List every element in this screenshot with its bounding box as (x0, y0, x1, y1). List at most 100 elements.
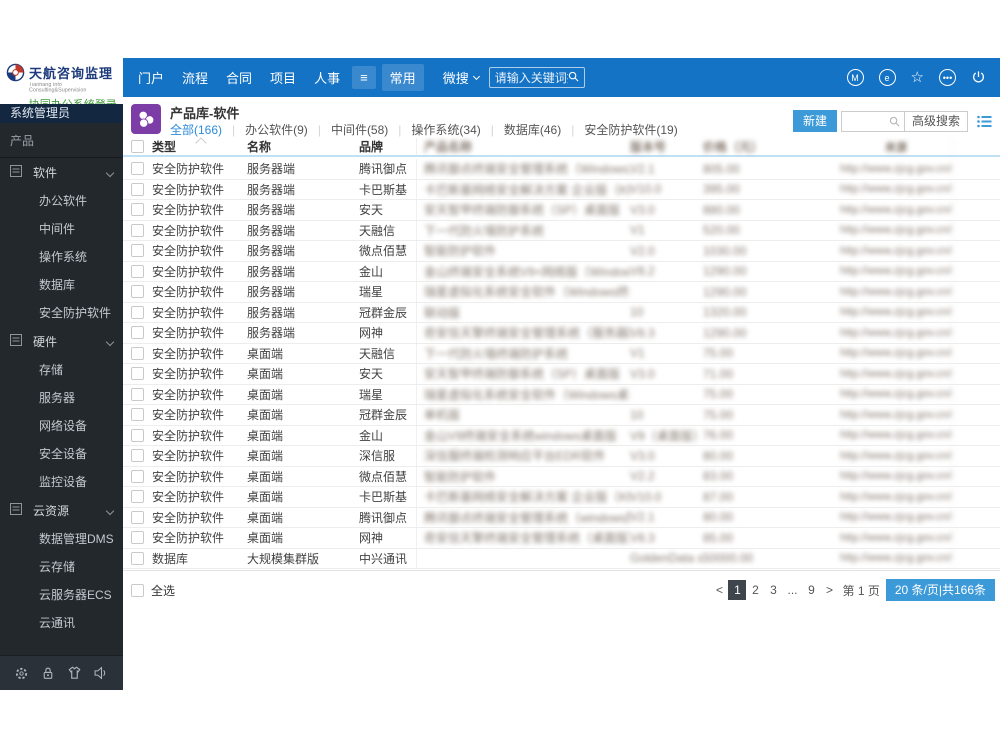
row-checkbox[interactable] (131, 182, 144, 196)
nav-pinned-tab[interactable]: 常用 (381, 64, 424, 91)
cell-source-link-blurred[interactable]: http://www.zjcg.gov.cn/djg/ (840, 466, 953, 486)
list-view-icon[interactable] (977, 115, 992, 128)
row-checkbox[interactable] (131, 285, 144, 299)
email-icon[interactable]: e (878, 69, 896, 86)
settings-gear-icon[interactable] (14, 666, 29, 681)
sidebar-section-product[interactable]: 产品 (0, 123, 123, 158)
nav-item-3[interactable]: 合同 (217, 68, 261, 87)
sidebar-item-安全防护软件[interactable]: 安全防护软件 (0, 299, 123, 327)
sidebar-group-3[interactable]: 云资源 (0, 496, 123, 525)
col-header-desc[interactable]: 产品名称 (417, 138, 630, 155)
nav-item-5[interactable]: 人事 (305, 68, 349, 87)
row-checkbox[interactable] (131, 490, 144, 504)
sidebar-item-中间件[interactable]: 中间件 (0, 215, 123, 243)
sidebar-group-2[interactable]: 硬件 (0, 327, 123, 356)
table-row[interactable]: 安全防护软件 服务器端 微点佰慧 智能防护软件 V2.0 1030.00 http://ww… (123, 241, 1000, 262)
cell-source-link-blurred[interactable]: http://www.zjcg.gov.cn/djg/ (840, 343, 953, 363)
cell-source-link-blurred[interactable]: http://www.zjcg.gov.cn/djg/ (840, 384, 953, 404)
page-button-9[interactable]: 9 (803, 580, 821, 600)
sidebar-item-数据管理DMS[interactable]: 数据管理DMS (0, 525, 123, 553)
sidebar-item-办公软件[interactable]: 办公软件 (0, 187, 123, 215)
page-size-button[interactable]: 20 条/页|共166条 (885, 579, 995, 601)
row-checkbox[interactable] (131, 162, 144, 176)
table-row[interactable]: 安全防护软件 服务器端 腾讯御点 腾讯御点终端安全管理系统（Windows版） V2.1… (123, 159, 1000, 180)
row-checkbox[interactable] (131, 326, 144, 340)
wsearch-dropdown[interactable]: 微搜 (443, 68, 480, 87)
row-checkbox[interactable] (131, 551, 144, 565)
table-row[interactable]: 安全防护软件 桌面端 微点佰慧 智能防护软件 V2.2 83.00 http://www.z… (123, 466, 1000, 487)
sidebar-item-网络设备[interactable]: 网络设备 (0, 412, 123, 440)
table-row[interactable]: 安全防护软件 桌面端 卡巴斯基卡巴斯基网络安全解决方案 企业版（KES）…V10.0… (123, 487, 1000, 508)
sidebar-item-云通讯[interactable]: 云通讯 (0, 609, 123, 637)
table-row[interactable]: 安全防护软件 桌面端 腾讯御点腾讯御点终端安全管理系统（windows版）V2.1V… (123, 507, 1000, 528)
nav-item-1[interactable]: 门户 (129, 68, 173, 87)
nav-item-4[interactable]: 项目 (261, 68, 305, 87)
table-row[interactable]: 安全防护软件 桌面端 天融信 下一代防火墙终端防护系统 V1 75.00 http://ww… (123, 343, 1000, 364)
row-checkbox[interactable] (131, 449, 144, 463)
sidebar-item-服务器[interactable]: 服务器 (0, 384, 123, 412)
speaker-volume-icon[interactable] (94, 666, 109, 680)
page-button-2[interactable]: 2 (746, 580, 764, 600)
global-search-input[interactable]: 请输入关键词搜 (488, 67, 585, 88)
cell-source-link-blurred[interactable]: http://www.zjcg.gov.cn/djg/ (840, 425, 953, 445)
table-row[interactable]: 安全防护软件 桌面端 冠群金辰 单机版 10 75.00 http://www.zjcg.g… (123, 405, 1000, 426)
row-checkbox[interactable] (131, 531, 144, 545)
cell-source-link-blurred[interactable]: http://www.zjcg.gov.cn/djg/ (840, 179, 953, 199)
page-button-3[interactable]: 3 (764, 580, 782, 600)
next-page-button[interactable]: > (821, 580, 839, 600)
prev-page-button[interactable]: < (710, 580, 728, 600)
row-checkbox[interactable] (131, 428, 144, 442)
select-all-checkbox[interactable] (131, 584, 144, 597)
cell-source-link-blurred[interactable]: http://www.zjcg.gov.cn/djg/ (840, 364, 953, 384)
tab-5[interactable]: 数据库(46) (494, 121, 571, 138)
cell-source-link-blurred[interactable]: http://www.zjcg.gov.cn/djg/ (840, 528, 953, 548)
table-row[interactable]: 安全防护软件 服务器端 瑞星 瑞星虚拟化系统安全软件（Windows终端） 1290.0… (123, 282, 1000, 303)
table-row[interactable]: 安全防护软件 服务器端 金山金山终端安全系统V9+网络版（Windows终端）V8.… (123, 261, 1000, 282)
col-header-source[interactable]: 来源 (840, 138, 953, 155)
cell-source-link-blurred[interactable]: http://www.zjcg.gov.cn/djg/ (840, 548, 953, 568)
lock-icon[interactable] (41, 666, 55, 681)
sidebar-item-监控设备[interactable]: 监控设备 (0, 468, 123, 496)
sidebar-group-1[interactable]: 软件 (0, 158, 123, 187)
table-row[interactable]: 安全防护软件 桌面端 瑞星 瑞星虚拟化系统安全软件（Windows桌面） 75.00 ht… (123, 384, 1000, 405)
table-row[interactable]: 安全防护软件 服务器端 网神 奇安信天擎终端安全管理系统（服务器版） V8.3 1290.… (123, 323, 1000, 344)
sidebar-item-安全设备[interactable]: 安全设备 (0, 440, 123, 468)
cell-source-link-blurred[interactable]: http://www.zjcg.gov.cn/djg/ (840, 261, 953, 281)
row-checkbox[interactable] (131, 469, 144, 483)
row-checkbox[interactable] (131, 346, 144, 360)
cell-source-link-blurred[interactable]: http://www.zjcg.gov.cn/djg/ (840, 446, 953, 466)
messages-icon[interactable]: M (846, 69, 864, 86)
col-header-name[interactable]: 名称 (247, 138, 359, 155)
row-checkbox[interactable] (131, 387, 144, 401)
sidebar-item-存储[interactable]: 存储 (0, 356, 123, 384)
table-row[interactable]: 安全防护软件 服务器端 卡巴斯基卡巴斯基网络安全解决方案 企业版（KES）…V10.… (123, 179, 1000, 200)
cell-source-link-blurred[interactable]: http://www.zjcg.gov.cn/djg/ (840, 282, 953, 302)
table-row[interactable]: 安全防护软件 服务器端 冠群金辰 联动版 10 1320.00 http://www.zjc… (123, 302, 1000, 323)
sidebar-item-云存储[interactable]: 云存储 (0, 553, 123, 581)
col-header-price[interactable]: 价格（元） (703, 138, 840, 155)
row-checkbox[interactable] (131, 408, 144, 422)
row-checkbox[interactable] (131, 264, 144, 278)
tab-1[interactable]: 全部(166) (170, 121, 232, 138)
nav-item-2[interactable]: 流程 (173, 68, 217, 87)
advanced-search-button[interactable]: 高级搜索 (903, 111, 967, 131)
sidebar-item-数据库[interactable]: 数据库 (0, 271, 123, 299)
row-checkbox[interactable] (131, 223, 144, 237)
table-row[interactable]: 安全防护软件 桌面端 网神 奇安信天擎终端安全管理系统（桌面版） V8.3 85.00 ht… (123, 528, 1000, 549)
table-row[interactable]: 数据库 大规模集群版 中兴通讯 GoldenData s…50000.00 http:/… (123, 548, 1000, 569)
tab-2[interactable]: 办公软件(9) (235, 121, 318, 138)
more-options-icon[interactable]: ••• (939, 69, 956, 86)
row-checkbox[interactable] (131, 305, 144, 319)
sidebar-item-云服务器ECS[interactable]: 云服务器ECS (0, 581, 123, 609)
tab-6[interactable]: 安全防护软件(19) (574, 121, 687, 138)
cell-source-link-blurred[interactable]: http://www.zjcg.gov.cn/djg/ (840, 405, 953, 425)
cell-source-link-blurred[interactable]: http://www.zjcg.gov.cn/djg/ (840, 507, 953, 527)
power-logout-icon[interactable] (971, 70, 986, 85)
col-header-type[interactable]: 类型 (144, 138, 247, 155)
table-row[interactable]: 安全防护软件 服务器端 安天 安天智甲终端防御系统（SP）桌面版 V3.0 880.00 h… (123, 200, 1000, 221)
tab-4[interactable]: 操作系统(34) (401, 121, 490, 138)
tab-3[interactable]: 中间件(58) (321, 121, 398, 138)
row-checkbox[interactable] (131, 510, 144, 524)
table-search-input[interactable] (842, 112, 904, 131)
cell-source-link-blurred[interactable]: http://www.zjcg.gov.cn/djg/ (840, 487, 953, 507)
